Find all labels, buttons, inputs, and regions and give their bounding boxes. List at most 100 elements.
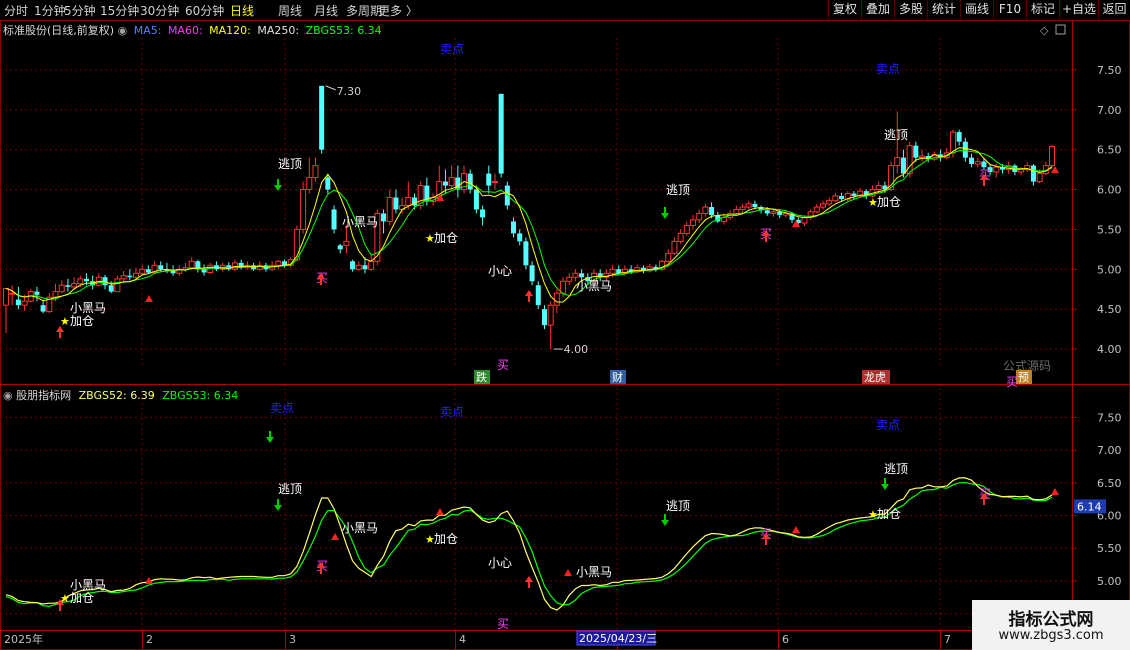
candle-body xyxy=(83,278,89,282)
period-tab-8[interactable]: 月线 xyxy=(314,2,338,19)
candle-body xyxy=(523,241,529,266)
period-tab-5[interactable]: 60分钟 xyxy=(185,2,224,19)
period-tab-10[interactable]: 更多 〉 xyxy=(378,2,418,19)
candle-body xyxy=(900,157,906,174)
watermark-url: www.zbgs3.com xyxy=(998,628,1104,643)
down-arrow-icon xyxy=(881,478,889,490)
toolbar-button-4[interactable]: 画线 xyxy=(960,0,993,19)
candle-body xyxy=(579,273,585,278)
candle-body xyxy=(962,141,968,158)
candle-body xyxy=(764,210,770,214)
period-tab-9[interactable]: 多周期 xyxy=(346,2,382,19)
candle-body xyxy=(733,208,740,214)
period-tab-4[interactable]: 30分钟 xyxy=(140,2,179,19)
chart-frame xyxy=(0,20,1130,650)
y-tick-label: 6.00 xyxy=(1097,184,1122,197)
triangle-up-icon xyxy=(564,569,572,576)
candle-body xyxy=(65,285,71,287)
candle-body xyxy=(319,85,325,150)
candle-body xyxy=(535,285,541,306)
toolbar-button-6[interactable]: 标记 xyxy=(1026,0,1059,19)
candle-body xyxy=(819,203,826,208)
y-tick-label: 5.50 xyxy=(1097,542,1122,555)
triangle-up-icon xyxy=(436,508,444,515)
candle-body xyxy=(132,272,139,278)
x-tick-label: 4 xyxy=(459,633,466,646)
event-tag-label: 龙虎 xyxy=(864,371,886,384)
toolbar-button-0[interactable]: 复权 xyxy=(828,0,861,19)
period-tab-2[interactable]: 5分钟 xyxy=(64,2,96,19)
circle-down-icon[interactable]: ◉ xyxy=(118,24,128,37)
down-arrow-icon xyxy=(266,431,274,443)
sub-panel-header: ◉ 股朋指标网 ZBGS52: 6.39 ZBGS53: 6.34 xyxy=(3,387,238,403)
candle-body xyxy=(9,292,16,295)
candle-body xyxy=(894,157,901,167)
ma5-label: MA5: xyxy=(133,24,162,37)
event-tag-label: 财 xyxy=(612,370,623,384)
period-tab-3[interactable]: 15分钟 xyxy=(100,2,139,19)
toolbar-button-3[interactable]: 统计 xyxy=(927,0,960,19)
period-tab-6[interactable]: 日线 xyxy=(230,2,254,19)
candle-body xyxy=(350,261,356,270)
candle-body xyxy=(1030,165,1036,182)
ma250-label: MA250: xyxy=(257,24,300,37)
zbgs52-label: ZBGS52: 6.39 xyxy=(78,389,155,402)
candle-body xyxy=(498,93,504,174)
candle-body xyxy=(355,264,362,270)
down-arrow-icon xyxy=(274,499,282,511)
candle-body xyxy=(120,275,127,280)
circle-down-icon[interactable]: ◉ xyxy=(3,389,13,402)
candle-body xyxy=(145,269,151,273)
candle-body xyxy=(832,195,839,202)
signal-label: 卖点 xyxy=(440,405,464,419)
signal-label: 小黑马 xyxy=(70,301,106,315)
candle-body xyxy=(677,232,684,242)
signal-label: 加仓 xyxy=(434,231,458,245)
y-tick-label: 4.00 xyxy=(1097,343,1122,356)
toolbar-button-8[interactable]: 返回 xyxy=(1098,0,1130,19)
candle-body xyxy=(337,245,343,250)
x-tick-label: 2 xyxy=(146,633,153,646)
signal-label: 买 xyxy=(497,358,509,372)
toolbar-button-2[interactable]: 多股 xyxy=(894,0,927,19)
candle-body xyxy=(473,189,479,210)
candle-body xyxy=(913,145,919,158)
down-arrow-icon xyxy=(661,207,669,219)
up-arrow-icon xyxy=(525,290,533,302)
candle-body xyxy=(974,161,981,165)
candle-body xyxy=(529,265,535,282)
candle-body xyxy=(919,155,926,159)
signal-label: 加仓 xyxy=(877,195,901,209)
toolbar-button-7[interactable]: +自选 xyxy=(1059,0,1098,19)
candle-body xyxy=(566,276,573,282)
high-marker-label: 7.30 xyxy=(337,85,362,98)
chart-title: 标准股份(日线,前复权) xyxy=(3,24,115,37)
candle-body xyxy=(325,177,331,190)
chart-canvas[interactable]: 7.50 7.00 6.50 6.00 5.50 5.00 4.50 4.00 7.50 7.00… xyxy=(0,20,1130,650)
star-icon: ★ xyxy=(60,315,70,328)
signal-label: 买 xyxy=(497,617,509,631)
period-tab-7[interactable]: 周线 xyxy=(278,2,302,19)
candle-body xyxy=(34,291,40,295)
toolbar-button-1[interactable]: 叠加 xyxy=(861,0,894,19)
current-value-label: 6.14 xyxy=(1077,500,1102,513)
period-tab-0[interactable]: 分时 xyxy=(4,2,28,19)
ma-line-green xyxy=(5,150,1053,300)
square-icon xyxy=(1055,24,1066,35)
candle-body xyxy=(491,181,498,184)
candle-body xyxy=(71,283,78,288)
candle-body xyxy=(343,240,350,246)
signal-label: 逃顶 xyxy=(666,499,690,513)
candle-body xyxy=(480,209,486,218)
candle-body xyxy=(486,173,492,186)
signal-label: 卖点 xyxy=(876,62,900,76)
toolbar-button-5[interactable]: F10 xyxy=(993,0,1026,19)
candle-body xyxy=(504,185,510,206)
main-panel-header: 标准股份(日线,前复权) ◉ MA5: MA60: MA120: MA250: … xyxy=(3,22,382,38)
diamond-icon: ◇ xyxy=(1040,24,1049,37)
period-tab-1[interactable]: 1分钟 xyxy=(34,2,66,19)
event-tag-label: 预 xyxy=(1018,371,1029,384)
ma-line-yellow xyxy=(5,147,1053,303)
candle-body xyxy=(956,132,962,142)
candle-body xyxy=(1036,173,1043,183)
